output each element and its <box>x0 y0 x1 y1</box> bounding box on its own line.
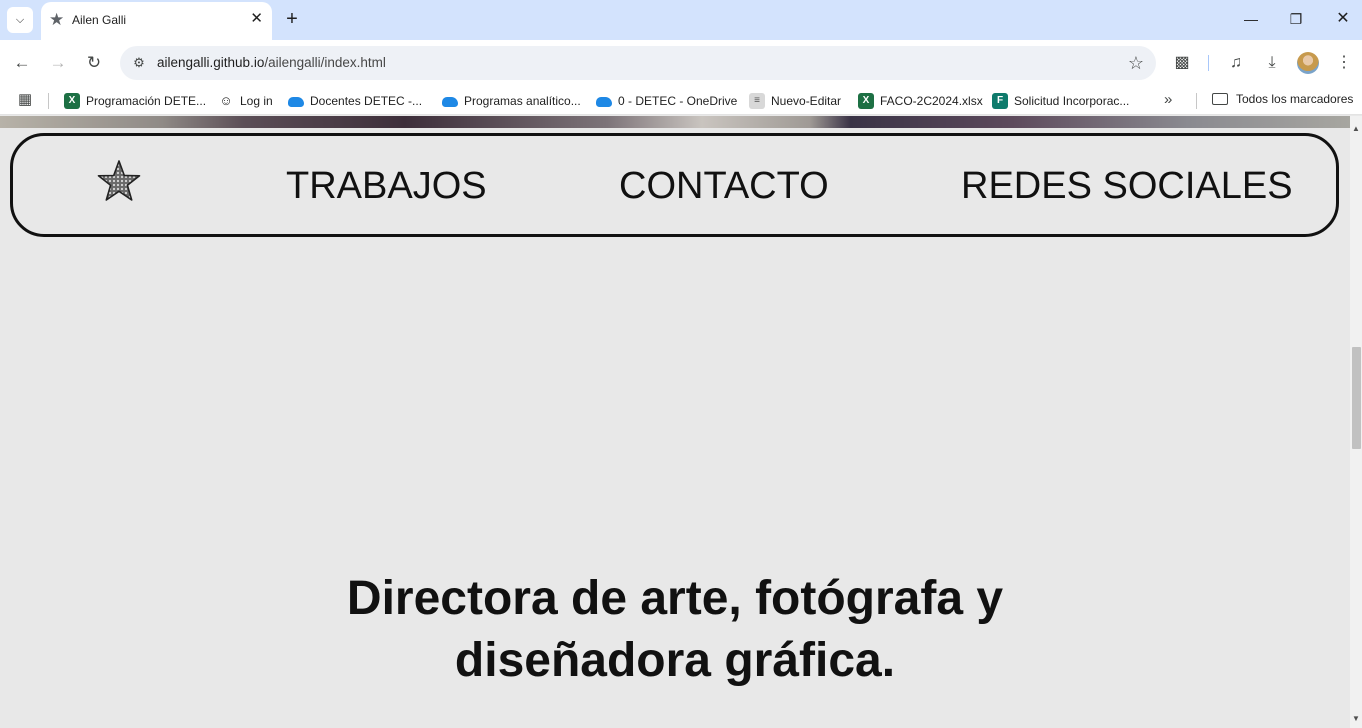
back-button[interactable]: ← <box>10 51 34 75</box>
bookmark-label: Programas analítico... <box>464 94 581 108</box>
apps-grid-icon[interactable]: ▦ <box>18 92 32 108</box>
all-bookmarks-folder[interactable]: Todos los marcadores <box>1212 92 1353 106</box>
url-text[interactable]: ailengalli.github.io/ailengalli/index.ht… <box>157 55 386 70</box>
download-icon[interactable]: ⤓ <box>1260 51 1284 75</box>
grid-icon: ≡ <box>749 93 765 109</box>
address-bar[interactable]: ⚙ ailengalli.github.io/ailengalli/index.… <box>120 46 1156 80</box>
web-page: TRABAJOS CONTACTO REDES SOCIALES Directo… <box>0 116 1350 728</box>
all-bookmarks-label: Todos los marcadores <box>1236 92 1354 106</box>
bookmark-label: Programación DETE... <box>86 94 207 108</box>
onedrive-icon <box>596 93 612 109</box>
bookmark-label: Solicitud Incorporac... <box>1014 94 1130 108</box>
bookmark-docentes-detec[interactable]: Docentes DETEC -... <box>288 92 422 110</box>
bookmark-detec-onedrive[interactable]: 0 - DETEC - OneDrive <box>596 92 737 110</box>
browser-toolbar: ← → ↻ ⚙ ailengalli.github.io/ailengalli/… <box>0 40 1362 86</box>
url-path: /ailengalli/index.html <box>264 55 386 70</box>
onedrive-icon <box>442 93 458 109</box>
excel-icon: X <box>858 93 874 109</box>
minimize-button[interactable]: — <box>1240 8 1262 30</box>
nav-link-redes-sociales[interactable]: REDES SOCIALES <box>961 164 1293 208</box>
bookmark-label: FACO-2C2024.xlsx <box>880 94 983 108</box>
more-bookmarks-chevron-icon[interactable]: » <box>1164 91 1172 108</box>
star-icon[interactable] <box>96 159 142 205</box>
scroll-up-arrow-icon[interactable]: ▲ <box>1352 124 1360 134</box>
folder-icon <box>1212 93 1228 105</box>
scroll-down-arrow-icon[interactable]: ▼ <box>1352 714 1360 724</box>
bookmark-programas-analiticos[interactable]: Programas analítico... <box>442 92 581 110</box>
reload-button[interactable]: ↻ <box>82 51 106 75</box>
window-close-button[interactable]: ✕ <box>1332 8 1354 30</box>
bookmark-faco-xlsx[interactable]: X FACO-2C2024.xlsx <box>858 92 983 110</box>
bookmark-star-icon[interactable]: ☆ <box>1128 51 1144 75</box>
active-tab[interactable]: ★ Ailen Galli ✕ <box>41 2 272 40</box>
tab-search-button[interactable]: ⌵ <box>7 7 33 33</box>
page-scrollbar[interactable]: ▲ ▼ <box>1350 116 1362 728</box>
bookmark-label: Nuevo-Editar <box>771 94 842 108</box>
user-icon: ☺ <box>219 93 233 108</box>
bookmark-label: 0 - DETEC - OneDrive <box>618 94 738 108</box>
hero-tagline: Directora de arte, fotógrafa y diseñador… <box>0 568 1350 692</box>
media-control-icon[interactable]: ♫ <box>1224 51 1248 75</box>
bookmarks-divider <box>1196 93 1197 109</box>
restore-button[interactable]: ❐ <box>1285 8 1307 30</box>
tagline-line-1: Directora de arte, fotógrafa y <box>346 572 1004 625</box>
bookmarks-bar: ▦ X Programación DETE... ☺ Log in Docent… <box>0 86 1362 115</box>
bookmark-solicitud[interactable]: F Solicitud Incorporac... <box>992 92 1129 110</box>
new-tab-button[interactable]: + <box>281 8 303 30</box>
bookmark-label: Docentes DETEC -... <box>310 94 423 108</box>
close-icon[interactable]: ✕ <box>250 11 263 26</box>
menu-kebab-icon[interactable]: ⋮ <box>1332 51 1356 75</box>
tab-strip: ⌵ ★ Ailen Galli ✕ + — ❐ ✕ <box>0 0 1362 40</box>
bookmark-log-in[interactable]: ☺ Log in <box>218 92 273 110</box>
tagline-line-2: diseñadora gráfica. <box>454 634 896 687</box>
bookmark-label: Log in <box>240 94 273 108</box>
hero-image-edge <box>0 116 1350 128</box>
forms-icon: F <box>992 93 1008 109</box>
bookmark-nuevo-editar[interactable]: ≡ Nuevo-Editar <box>749 92 841 110</box>
onedrive-icon <box>288 93 304 109</box>
toolbar-divider <box>1208 55 1209 71</box>
forward-button[interactable]: → <box>46 51 70 75</box>
profile-avatar[interactable] <box>1297 52 1319 74</box>
extensions-icon[interactable]: ▩ <box>1170 51 1194 75</box>
site-settings-icon[interactable]: ⚙ <box>128 52 150 74</box>
tab-title: Ailen Galli <box>72 13 127 27</box>
nav-link-contacto[interactable]: CONTACTO <box>619 164 829 208</box>
url-host: ailengalli.github.io <box>157 55 265 70</box>
excel-icon: X <box>64 93 80 109</box>
star-icon: ★ <box>49 10 65 29</box>
nav-link-trabajos[interactable]: TRABAJOS <box>286 164 487 208</box>
bookmark-programacion[interactable]: X Programación DETE... <box>64 92 206 110</box>
scrollbar-thumb[interactable] <box>1352 347 1361 449</box>
chevron-down-icon: ⌵ <box>15 13 25 26</box>
bookmarks-divider <box>48 93 49 109</box>
site-navbar: TRABAJOS CONTACTO REDES SOCIALES <box>10 133 1339 237</box>
